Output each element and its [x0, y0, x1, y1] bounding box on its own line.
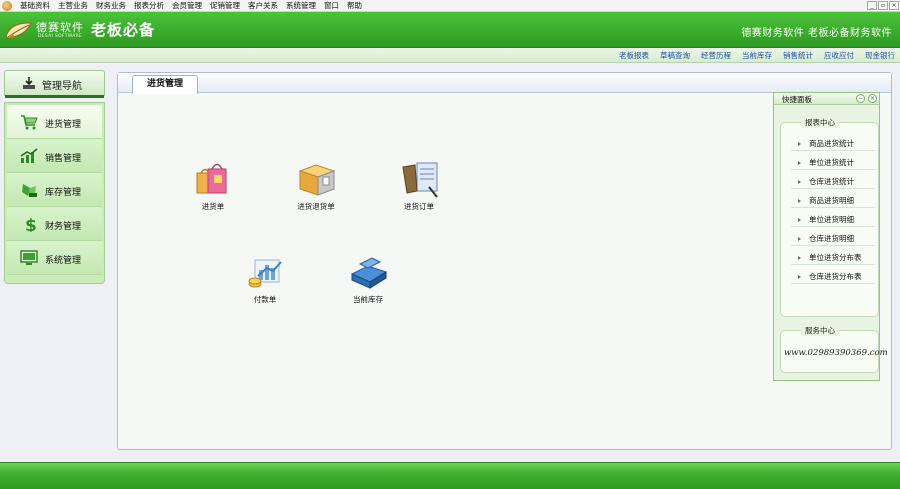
- service-center-group: 服务中心 www.02989390369.com: [780, 325, 888, 373]
- order-form-icon: [402, 162, 438, 198]
- report-link-unit-purchase-stats[interactable]: 单位进货统计: [791, 156, 875, 170]
- report-link-warehouse-purchase-stats[interactable]: 仓库进货统计: [791, 175, 875, 189]
- quick-link-cash-bank[interactable]: 现金银行: [865, 48, 895, 63]
- arrow-right-icon: [798, 161, 801, 165]
- menu-window[interactable]: 窗口: [320, 0, 343, 12]
- menu-member-management[interactable]: 会员管理: [168, 0, 206, 12]
- arrow-right-icon: [798, 237, 801, 241]
- func-label: 付款单: [253, 295, 277, 304]
- arrow-right-icon: [798, 275, 801, 279]
- nav-item-label: 销售管理: [45, 154, 82, 164]
- report-center-title: 报表中心: [801, 117, 839, 128]
- trend-chart-icon: [20, 148, 38, 163]
- func-payment[interactable]: 付款单: [225, 250, 305, 310]
- menu-bar: 基础资料 主营业务 财务业务 报表分析 会员管理 促销管理 客户关系 系统管理 …: [0, 0, 900, 12]
- logo-name: 德赛软件: [36, 21, 84, 34]
- nav-header[interactable]: 管理导航: [4, 70, 105, 98]
- menu-customer-relations[interactable]: 客户关系: [244, 0, 282, 12]
- window-controls: _ ▫ ×: [867, 1, 899, 10]
- quick-panel-header: 快捷面板 − ×: [774, 93, 879, 105]
- service-phone: www.02989390369.com: [784, 348, 888, 358]
- nav-item-label: 进货管理: [45, 120, 82, 130]
- svg-text:$: $: [25, 216, 37, 232]
- arrow-right-icon: [798, 180, 801, 184]
- logo-leaf-icon: [5, 22, 32, 39]
- quick-link-boss-report[interactable]: 老板报表: [619, 48, 649, 63]
- quick-link-bar: 老板报表 草稿查询 经营历程 当前库存 销售统计 应收应付 现金银行: [0, 48, 900, 63]
- nav-item-sales[interactable]: 销售管理: [7, 139, 102, 173]
- quick-link-business-history[interactable]: 经营历程: [701, 48, 731, 63]
- func-label: 进货退货单: [297, 202, 335, 211]
- quick-link-receivables-payables[interactable]: 应收应付: [824, 48, 854, 63]
- report-link-item-purchase-detail[interactable]: 商品进货明细: [791, 194, 875, 208]
- func-label: 进货订单: [404, 202, 434, 211]
- nav-item-inventory[interactable]: 库存管理: [7, 173, 102, 207]
- collapse-icon[interactable]: −: [856, 94, 865, 103]
- func-purchase-order[interactable]: 进货单: [173, 157, 253, 217]
- app-icon[interactable]: [2, 0, 12, 11]
- restore-button[interactable]: ▫: [878, 1, 888, 10]
- download-icon: [23, 77, 35, 89]
- banner-slogan: 德赛财务软件 老板必备财务软件: [741, 28, 892, 39]
- nav-item-system[interactable]: 系统管理: [7, 241, 102, 275]
- func-label: 进货单: [201, 202, 225, 211]
- report-link-warehouse-purchase-distribution[interactable]: 仓库进货分布表: [791, 270, 875, 284]
- main-tab-bar: 进货管理: [118, 73, 891, 94]
- nav-item-purchase[interactable]: 进货管理: [7, 105, 102, 139]
- return-box-icon: [298, 164, 336, 196]
- func-label: 当前库存: [353, 295, 383, 304]
- arrow-right-icon: [798, 256, 801, 260]
- func-purchase-order-form[interactable]: 进货订单: [379, 157, 459, 217]
- inventory-icon: [22, 184, 37, 197]
- footer-bar: [0, 462, 900, 489]
- menu-finance-business[interactable]: 财务业务: [92, 0, 130, 12]
- quick-link-sales-stats[interactable]: 销售统计: [783, 48, 813, 63]
- nav-header-label: 管理导航: [42, 81, 82, 92]
- func-purchase-return[interactable]: 进货退货单: [276, 157, 356, 217]
- close-button[interactable]: ×: [889, 1, 899, 10]
- dollar-icon: $: [25, 216, 37, 232]
- report-link-warehouse-purchase-detail[interactable]: 仓库进货明细: [791, 232, 875, 246]
- shopping-bags-icon: [196, 163, 227, 194]
- nav-item-label: 库存管理: [45, 188, 82, 198]
- quick-panel-title: 快捷面板: [782, 95, 812, 104]
- nav-item-label: 财务管理: [45, 222, 82, 232]
- close-icon[interactable]: ×: [868, 94, 877, 103]
- header-banner: 德赛软件 DESAI SOFTWARE 老板必备 德赛财务软件 老板必备财务软件: [0, 12, 900, 48]
- nav-list: 进货管理 销售管理 库存管理 $ 财务管理 系统管理: [4, 102, 105, 284]
- menu-promotion-management[interactable]: 促销管理: [206, 0, 244, 12]
- menu-help[interactable]: 帮助: [343, 0, 366, 12]
- minimize-button[interactable]: _: [867, 1, 877, 10]
- menu-report-analysis[interactable]: 报表分析: [130, 0, 168, 12]
- logo-subtitle: DESAI SOFTWARE: [38, 34, 83, 39]
- menu-system-management[interactable]: 系统管理: [282, 0, 320, 12]
- menu-basic-data[interactable]: 基础资料: [16, 0, 54, 12]
- nav-item-finance[interactable]: $ 财务管理: [7, 207, 102, 241]
- quick-panel: 快捷面板 − × 报表中心 商品进货统计 单位进货统计 仓库进货统计 商品进货明…: [773, 92, 888, 381]
- report-link-item-purchase-stats[interactable]: 商品进货统计: [791, 137, 875, 151]
- arrow-right-icon: [798, 142, 801, 146]
- payment-chart-icon: [248, 259, 282, 288]
- report-center-group: 报表中心 商品进货统计 单位进货统计 仓库进货统计 商品进货明细 单位进货明细 …: [780, 117, 879, 317]
- report-link-unit-purchase-detail[interactable]: 单位进货明细: [791, 213, 875, 227]
- quick-link-draft-query[interactable]: 草稿查询: [660, 48, 690, 63]
- arrow-right-icon: [798, 199, 801, 203]
- func-current-stock[interactable]: 当前库存: [328, 250, 408, 310]
- cart-icon: [21, 115, 38, 130]
- report-link-unit-purchase-distribution[interactable]: 单位进货分布表: [791, 251, 875, 265]
- nav-item-label: 系统管理: [45, 256, 82, 266]
- banner-title: 老板必备: [91, 21, 156, 39]
- quick-link-current-stock[interactable]: 当前库存: [742, 48, 772, 63]
- arrow-right-icon: [798, 218, 801, 222]
- tab-purchase-management[interactable]: 进货管理: [132, 75, 198, 94]
- stock-boxes-icon: [350, 257, 388, 289]
- navigation-panel: 管理导航 进货管理 销售管理 库存管理 $ 财务管理 系统管理: [4, 70, 105, 284]
- menu-main-business[interactable]: 主营业务: [54, 0, 92, 12]
- monitor-icon: [20, 250, 38, 265]
- logo: 德赛软件 DESAI SOFTWARE: [4, 16, 86, 44]
- service-center-title: 服务中心: [801, 325, 839, 336]
